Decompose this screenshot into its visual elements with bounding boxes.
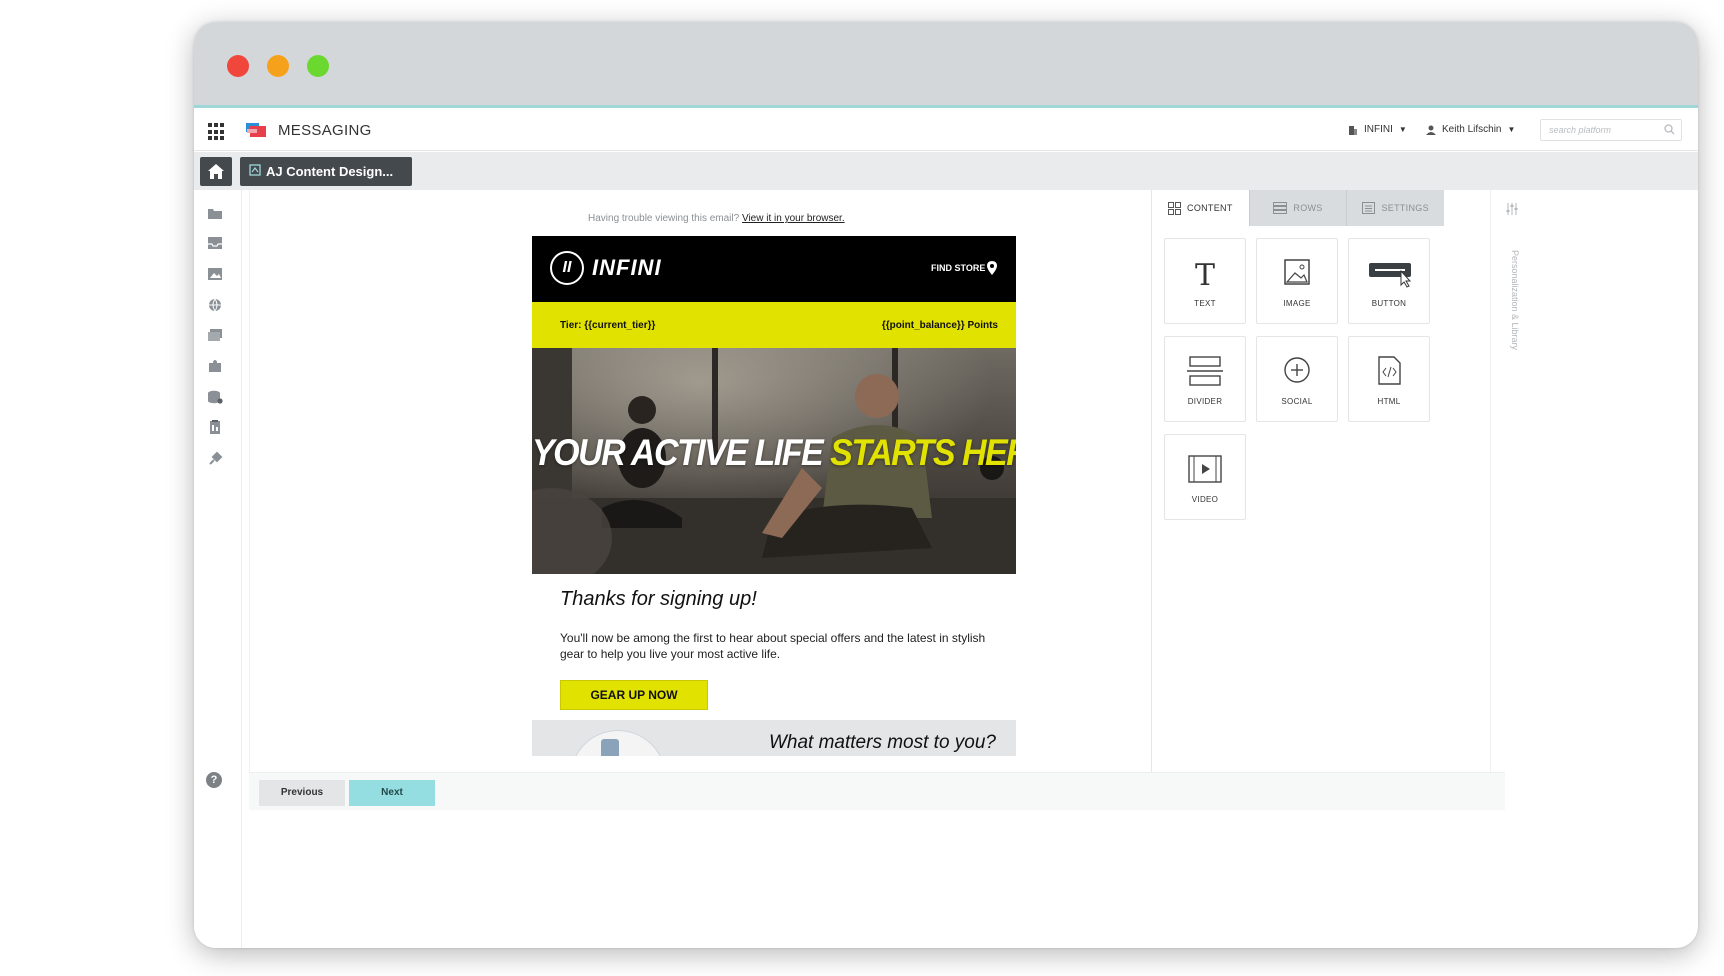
sliders-icon[interactable] (1505, 202, 1519, 216)
hero-headline-yellow: STARTS HERE (830, 432, 1016, 474)
rows-icon (1273, 202, 1288, 214)
maximize-window-button[interactable] (307, 55, 329, 77)
app-name: MESSAGING (278, 122, 372, 139)
tile-label: VIDEO (1191, 495, 1219, 504)
minimize-window-button[interactable] (267, 55, 289, 77)
find-store-link[interactable]: FIND STORE (931, 263, 985, 273)
tile-label: SOCIAL (1281, 397, 1313, 406)
design-template-icon (249, 164, 261, 176)
points-merge-field: {{point_balance}} Points (881, 320, 998, 331)
tile-label: DIVIDER (1187, 397, 1223, 406)
messaging-logo-icon (246, 123, 266, 137)
folder-icon[interactable] (207, 206, 223, 220)
tile-label: HTML (1377, 397, 1401, 406)
next-button[interactable]: Next (349, 780, 435, 806)
footer-bar: Previous Next (249, 772, 1505, 810)
content-block-button[interactable]: BUTTON (1348, 238, 1430, 324)
previous-button[interactable]: Previous (259, 780, 345, 806)
app-grid-icon[interactable] (208, 123, 226, 141)
content-block-social[interactable]: SOCIAL (1256, 336, 1338, 422)
loyalty-bar[interactable]: Tier: {{current_tier}} {{point_balance}}… (532, 302, 1016, 348)
text-icon: T (1195, 258, 1215, 289)
tab-label: AJ Content Design... (266, 164, 394, 179)
tier-merge-field: Tier: {{current_tier}} (560, 320, 656, 331)
messages-icon[interactable] (207, 328, 223, 342)
brand-name: INFINI (592, 255, 662, 280)
top-navigation: MESSAGING INFINI ▼ Keith Lifschin ▼ sear… (194, 111, 1698, 151)
video-icon (1188, 455, 1222, 483)
user-name: Keith Lifschin (1442, 124, 1502, 135)
thanks-heading[interactable]: Thanks for signing up! (560, 588, 757, 611)
trouble-text: Having trouble viewing this email? (588, 213, 740, 224)
content-block-html[interactable]: HTML (1348, 336, 1430, 422)
button-icon (1369, 263, 1412, 288)
view-in-browser-link[interactable]: View it in your browser. (742, 213, 845, 224)
preferences-image (570, 730, 666, 756)
building-icon (1349, 125, 1357, 135)
tile-label: TEXT (1194, 299, 1216, 308)
tab-aj-content-design[interactable]: AJ Content Design... (240, 157, 412, 186)
preferences-heading: What matters most to you? (768, 732, 996, 753)
search-placeholder: search platform (1549, 125, 1612, 135)
org-switcher[interactable]: INFINI ▼ (1348, 124, 1407, 135)
close-window-button[interactable] (227, 55, 249, 77)
tab-settings[interactable]: SETTINGS (1346, 190, 1445, 226)
search-input[interactable]: search platform (1540, 119, 1682, 141)
chevron-down-icon: ▼ (1398, 125, 1407, 134)
divider-icon (1187, 356, 1223, 386)
globe-icon[interactable] (207, 298, 223, 312)
tab-content[interactable]: CONTENT (1152, 190, 1249, 226)
clipboard-report-icon[interactable] (207, 420, 223, 434)
content-block-divider[interactable]: DIVIDER (1164, 336, 1246, 422)
left-sidebar: ? (194, 190, 242, 948)
content-blocks-panel: CONTENT ROWS SETTINGS T TEXT IMAGE BUTTO… (1151, 190, 1445, 772)
social-icon (1284, 357, 1310, 383)
plug-icon[interactable] (207, 451, 223, 465)
tile-label: IMAGE (1283, 299, 1311, 308)
inbox-icon[interactable] (207, 236, 223, 250)
tab-rows[interactable]: ROWS (1248, 190, 1347, 226)
tab-rows-label: ROWS (1293, 203, 1323, 213)
email-preview[interactable]: II INFINI FIND STORE Tier: {{current_tie… (532, 236, 1016, 756)
search-icon[interactable] (1664, 124, 1675, 135)
chevron-down-icon: ▼ (1507, 125, 1516, 134)
tile-label: BUTTON (1371, 299, 1407, 308)
personalization-library-label[interactable]: Personalization & Library (1506, 250, 1520, 370)
tab-content-label: CONTENT (1187, 203, 1233, 213)
settings-list-icon (1362, 202, 1376, 214)
help-icon[interactable]: ? (206, 772, 222, 788)
user-icon (1426, 125, 1436, 135)
content-block-video[interactable]: VIDEO (1164, 434, 1246, 520)
user-menu[interactable]: Keith Lifschin ▼ (1426, 124, 1515, 135)
panel-tabs: CONTENT ROWS SETTINGS (1152, 190, 1445, 226)
gear-up-now-button[interactable]: GEAR UP NOW (560, 680, 708, 710)
content-block-image[interactable]: IMAGE (1256, 238, 1338, 324)
hero-headline-white: YOUR ACTIVE LIFE (532, 432, 824, 474)
hero-image[interactable]: YOUR ACTIVE LIFE STARTS HERE (532, 348, 1016, 574)
svg-text:T: T (1195, 258, 1215, 289)
window-titlebar (194, 22, 1698, 108)
image-library-icon[interactable] (207, 267, 223, 281)
preferences-section[interactable]: What matters most to you? (532, 720, 1016, 756)
hero-headline: YOUR ACTIVE LIFE STARTS HERE (532, 432, 1016, 474)
content-block-text[interactable]: T TEXT (1164, 238, 1246, 324)
html-icon (1378, 356, 1401, 385)
org-name: INFINI (1364, 124, 1393, 135)
app-window: MESSAGING INFINI ▼ Keith Lifschin ▼ sear… (194, 22, 1698, 948)
email-header[interactable]: II INFINI FIND STORE (532, 236, 1016, 302)
brand-logo-mark: II (550, 251, 584, 285)
body-paragraph[interactable]: You'll now be among the first to hear ab… (560, 630, 1000, 662)
home-icon (208, 164, 224, 179)
document-tab-bar: AJ Content Design... (194, 152, 1698, 190)
location-pin-icon (987, 261, 997, 275)
trouble-viewing-line: Having trouble viewing this email? View … (588, 213, 845, 224)
image-icon (1284, 259, 1310, 285)
tab-settings-label: SETTINGS (1381, 203, 1429, 213)
home-button[interactable] (200, 157, 232, 186)
puzzle-icon[interactable] (207, 359, 223, 373)
database-settings-icon[interactable] (207, 390, 223, 404)
grid-icon (1168, 201, 1182, 215)
